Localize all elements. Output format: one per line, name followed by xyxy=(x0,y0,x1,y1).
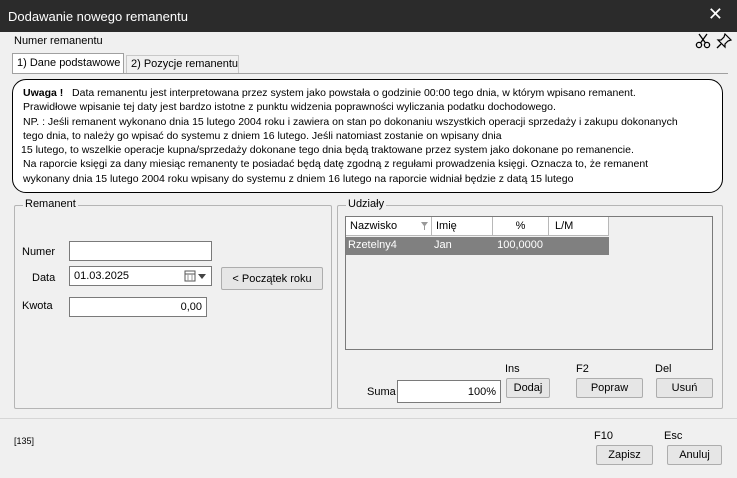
kwota-input[interactable]: 0,00 xyxy=(69,297,207,317)
column-header-nazwisko[interactable]: Nazwisko xyxy=(346,217,432,236)
column-header-procent[interactable]: % xyxy=(493,217,549,236)
shares-group-title: Udziały xyxy=(346,198,387,210)
notice-line: Data remanentu jest interpretowana przez… xyxy=(72,87,636,99)
suma-label: Suma xyxy=(367,386,396,398)
table-row[interactable]: Rzetelny4 Jan 100,0000 xyxy=(346,237,609,255)
close-icon[interactable]: ✕ xyxy=(708,4,723,25)
tab-basic-data[interactable]: 1) Dane podstawowe xyxy=(12,53,124,74)
footer-divider xyxy=(0,418,737,419)
save-button[interactable]: Zapisz xyxy=(596,445,653,465)
tab-divider xyxy=(12,73,728,74)
column-header-imie[interactable]: Imię xyxy=(432,217,493,236)
kwota-label: Kwota xyxy=(22,300,53,312)
cancel-button[interactable]: Anuluj xyxy=(667,445,722,465)
delete-button[interactable]: Usuń xyxy=(656,378,713,398)
remanent-group-title: Remanent xyxy=(23,198,78,210)
calendar-dropdown-icon[interactable] xyxy=(184,270,208,285)
footer-id: [135] xyxy=(14,436,35,446)
cell-procent: 100,0000 xyxy=(497,239,543,251)
start-of-year-button[interactable]: < Początek roku xyxy=(221,267,323,290)
notice-line: Prawidłowe wpisanie tej daty jest bardzo… xyxy=(23,101,556,114)
numer-label: Numer xyxy=(22,246,56,258)
shortcut-ins: Ins xyxy=(505,363,520,375)
numer-input[interactable] xyxy=(69,241,212,261)
column-header-lm[interactable]: L/M xyxy=(549,217,609,236)
notice-line: NP. : Jeśli remanent wykonano dnia 15 lu… xyxy=(23,115,678,128)
shortcut-esc: Esc xyxy=(664,430,683,442)
shortcut-del: Del xyxy=(655,363,672,375)
notice-box: Uwaga ! Data remanentu jest interpretowa… xyxy=(12,79,723,193)
title-bar: Dodawanie nowego remanentu ✕ xyxy=(0,0,737,32)
add-button[interactable]: Dodaj xyxy=(506,378,550,398)
suma-value: 100% xyxy=(397,380,501,403)
cell-nazwisko: Rzetelny4 xyxy=(348,239,397,251)
pin-icon[interactable] xyxy=(715,32,733,50)
filter-icon[interactable] xyxy=(421,221,428,233)
notice-line: tego dnia, to należy go wpisać do system… xyxy=(23,129,502,142)
shares-grid[interactable]: Nazwisko Imię % L/M Rzetelny4 Jan 100,00… xyxy=(345,216,713,350)
notice-line: wykonany dnia 15 lutego 2004 roku wpisan… xyxy=(23,172,574,185)
date-input[interactable]: 01.03.2025 xyxy=(69,266,212,286)
header-label: Numer remanentu xyxy=(14,35,103,47)
cell-imie: Jan xyxy=(434,239,452,251)
notice-line: Na raporcie księgi za dany miesiąc reman… xyxy=(23,158,649,171)
shortcut-f10: F10 xyxy=(594,430,613,442)
edit-button[interactable]: Popraw xyxy=(576,378,643,398)
scissors-icon[interactable] xyxy=(694,32,712,50)
notice-line: 15 lutego, to wszelkie operacje kupna/sp… xyxy=(21,144,634,157)
data-label: Data xyxy=(32,272,56,284)
shortcut-f2: F2 xyxy=(576,363,589,375)
notice-heading: Uwaga ! xyxy=(23,87,64,99)
cell-lm xyxy=(549,237,609,255)
date-value: 01.03.2025 xyxy=(74,270,130,282)
tab-items[interactable]: 2) Pozycje remanentu xyxy=(126,55,239,73)
window-title: Dodawanie nowego remanentu xyxy=(8,9,188,24)
